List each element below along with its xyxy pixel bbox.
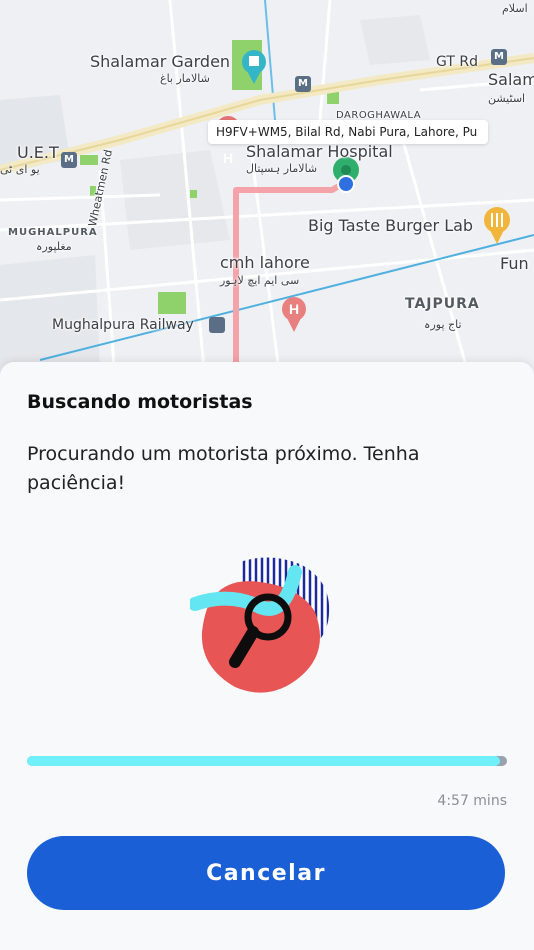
countdown-timer: 4:57 mins bbox=[437, 793, 507, 809]
map-label-big-taste: Big Taste Burger Lab bbox=[308, 216, 474, 235]
searching-illustration bbox=[188, 552, 350, 706]
address-chip[interactable]: H9FV+WM5, Bilal Rd, Nabi Pura, Lahore, P… bbox=[208, 120, 488, 144]
map-label-shalamar-hospital-ur: شالامار ہسپتال bbox=[246, 162, 318, 175]
bottom-sheet: Buscando motoristas Procurando um motori… bbox=[0, 362, 534, 950]
map-label-shalamar-garden: Shalamar Garden bbox=[90, 52, 231, 71]
map-label-station-ur: اسٹیشن bbox=[488, 92, 526, 105]
map-label-islam: اسلام bbox=[502, 2, 528, 15]
map-label-mughalpura: MUGHALPURA bbox=[8, 227, 98, 238]
map-label-fun: Fun bbox=[500, 254, 529, 273]
search-progress-fill bbox=[27, 756, 500, 766]
sheet-message: Procurando um motorista próximo. Tenha p… bbox=[27, 443, 420, 494]
map-label-mughalpura-ur: مغلپورہ bbox=[36, 240, 72, 253]
map-label-gt-rd: GT Rd bbox=[436, 54, 478, 70]
map-label-tajpura-ur: تاج پورہ bbox=[424, 318, 462, 331]
map-label-tajpura: TAJPURA bbox=[405, 296, 480, 312]
metro-station-icon: M bbox=[491, 49, 507, 65]
map-label-mughalpura-railway: Mughalpura Railway bbox=[52, 317, 194, 333]
map-label-cmh-ur: سی ایم ایچ لاہور bbox=[220, 274, 300, 287]
metro-station-icon: M bbox=[61, 152, 77, 168]
search-progress-bar bbox=[27, 756, 507, 766]
map-label-shalamar-garden-ur: شالامار باغ bbox=[160, 72, 210, 85]
map-label-cmh-lahore: cmh lahore bbox=[220, 253, 310, 272]
sheet-title: Buscando motoristas bbox=[27, 391, 253, 413]
cancel-button[interactable]: Cancelar bbox=[27, 836, 505, 910]
map-label-shalamar-hospital: Shalamar Hospital bbox=[246, 142, 393, 161]
svg-text:H: H bbox=[289, 301, 299, 317]
map-label-uet-ur: یو ای ٹی bbox=[0, 163, 40, 176]
map-label-uet: U.E.T bbox=[17, 143, 59, 162]
metro-station-icon: M bbox=[295, 76, 311, 92]
current-location-icon bbox=[337, 175, 355, 193]
map-label-salam: Salam bbox=[488, 70, 534, 89]
svg-text:H: H bbox=[223, 150, 233, 166]
map-view[interactable]: H H M M M اسلام Shalamar Garden شالامار … bbox=[0, 0, 534, 380]
